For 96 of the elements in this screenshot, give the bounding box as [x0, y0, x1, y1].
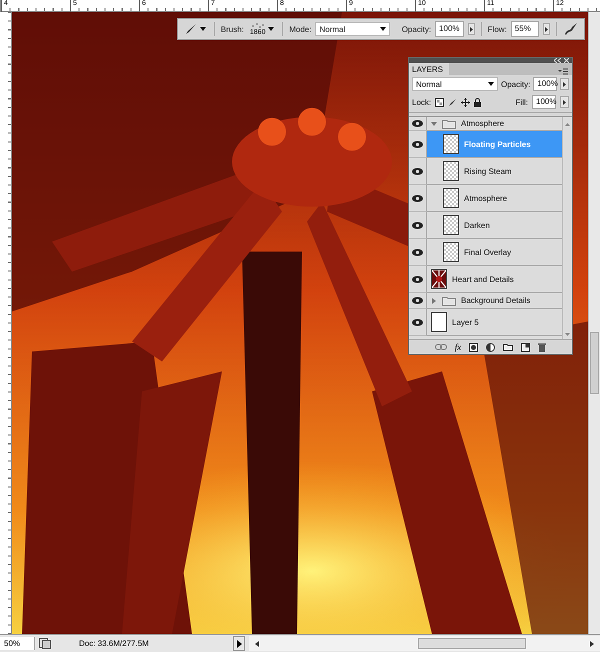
checker-lock-icon[interactable] — [435, 98, 444, 106]
layer-row[interactable]: Layer 5 — [427, 309, 562, 336]
eye-icon[interactable] — [412, 318, 423, 326]
half-circle-icon[interactable] — [486, 342, 496, 352]
layer-thumbnail — [443, 161, 459, 181]
brush-tip-icon — [250, 22, 265, 28]
layer-thumbnail — [443, 188, 459, 208]
scroll-right-icon — [590, 640, 594, 646]
tool-preset-button[interactable] — [183, 23, 208, 35]
blend-mode-value: Normal — [416, 80, 442, 88]
triangle-icon — [563, 100, 566, 104]
folder-icon — [442, 296, 456, 306]
layer-style-button[interactable]: fx — [454, 342, 462, 352]
layer-name: Rising Steam — [464, 166, 512, 176]
eye-icon[interactable] — [412, 194, 423, 202]
layer-row[interactable]: Background Details — [427, 293, 562, 309]
layer-name: Final Overlay — [464, 248, 512, 256]
layer-name: Layer 5 — [452, 318, 479, 326]
opacity-label: Opacity: — [402, 24, 432, 34]
fill-field[interactable]: 100% — [532, 95, 556, 109]
scroll-left-icon — [255, 640, 259, 646]
disclosure-triangle-icon[interactable] — [431, 298, 437, 304]
layer-name: Background Details — [461, 296, 530, 305]
caret-icon — [380, 27, 386, 31]
layer-name: Atmosphere — [464, 194, 508, 202]
eye-icon[interactable] — [412, 222, 423, 228]
layer-row[interactable]: Atmosphere — [427, 185, 562, 212]
horizontal-scrollbar[interactable] — [249, 636, 600, 651]
flow-label: Flow: — [488, 24, 507, 34]
layer-thumbnail — [431, 312, 447, 332]
scroll-up-icon — [565, 123, 570, 126]
new-layer-icon[interactable] — [521, 342, 530, 352]
opacity-label: Opacity: — [501, 80, 530, 88]
blend-mode-dropdown[interactable]: Normal — [412, 77, 498, 91]
slider-arrow-button[interactable] — [560, 96, 569, 108]
scroll-down-icon — [565, 333, 570, 336]
panel-menu-icon[interactable] — [558, 68, 568, 75]
layer-row[interactable]: Heart and Details — [427, 266, 562, 293]
document-icon[interactable] — [39, 638, 51, 649]
padlock-icon[interactable] — [474, 98, 482, 106]
slider-arrow-button[interactable] — [560, 78, 569, 90]
eye-icon[interactable] — [412, 168, 423, 174]
layer-name: Atmosphere — [461, 119, 504, 128]
layers-tab[interactable]: LAYERS — [409, 63, 449, 75]
mask-icon[interactable] — [469, 342, 478, 352]
mode-value: Normal — [319, 24, 346, 34]
fill-label: Fill: — [516, 98, 528, 106]
slider-arrow-button[interactable] — [468, 23, 475, 35]
layer-row[interactable]: Final Overlay — [427, 239, 562, 266]
eye-icon[interactable] — [412, 248, 423, 256]
eye-icon[interactable] — [412, 140, 423, 148]
layer-row[interactable]: Rising Steam — [427, 158, 562, 185]
move-arrows-icon[interactable] — [461, 98, 470, 106]
layer-thumbnail — [443, 215, 459, 235]
folder-icon[interactable] — [503, 343, 514, 351]
layer-name: Floating Particles — [464, 140, 531, 148]
caret-icon — [268, 27, 274, 31]
triangle-icon — [470, 26, 473, 32]
folder-icon — [442, 118, 456, 128]
layer-thumbnail — [443, 134, 459, 154]
vertical-scrollbar[interactable] — [588, 12, 600, 634]
slider-arrow-button[interactable] — [542, 23, 550, 35]
status-menu-button[interactable] — [233, 636, 245, 651]
link-icon[interactable] — [434, 344, 447, 350]
scroll-thumb[interactable] — [418, 638, 526, 649]
eye-icon[interactable] — [412, 120, 423, 127]
close-icon[interactable] — [564, 58, 569, 63]
eye-icon[interactable] — [412, 297, 423, 304]
triangle-icon — [563, 82, 566, 86]
opacity-field[interactable]: 100% — [533, 77, 558, 91]
flow-field[interactable]: 55% — [510, 21, 539, 37]
document-size-text: Doc: 33.6M/277.5M — [78, 639, 150, 648]
layer-name: Heart and Details — [452, 274, 514, 284]
caret-icon — [200, 27, 206, 31]
airbrush-icon[interactable] — [562, 22, 579, 36]
triangle-icon — [236, 640, 242, 648]
scrollbar[interactable] — [562, 117, 572, 339]
eye-icon[interactable] — [412, 276, 423, 282]
lock-label: Lock: — [412, 98, 432, 106]
triangle-icon — [545, 26, 548, 32]
trash-icon[interactable] — [538, 342, 546, 352]
opacity-field[interactable]: 100% — [435, 21, 464, 37]
brush-icon — [185, 23, 197, 35]
caret-icon — [488, 82, 494, 86]
scroll-thumb[interactable] — [590, 332, 599, 394]
mode-label: Mode: — [289, 24, 312, 34]
mode-dropdown[interactable]: Normal — [315, 22, 390, 36]
layer-thumbnail — [431, 269, 447, 289]
layer-row[interactable]: Darken — [427, 212, 562, 239]
collapse-icon[interactable] — [554, 58, 561, 63]
zoom-field[interactable]: 50% — [0, 637, 35, 650]
brush-label: Brush: — [220, 24, 244, 34]
brush-icon[interactable] — [448, 98, 458, 106]
disclosure-triangle-icon[interactable] — [431, 120, 437, 126]
layer-thumbnail — [443, 242, 459, 262]
layer-name: Darken — [464, 220, 490, 230]
